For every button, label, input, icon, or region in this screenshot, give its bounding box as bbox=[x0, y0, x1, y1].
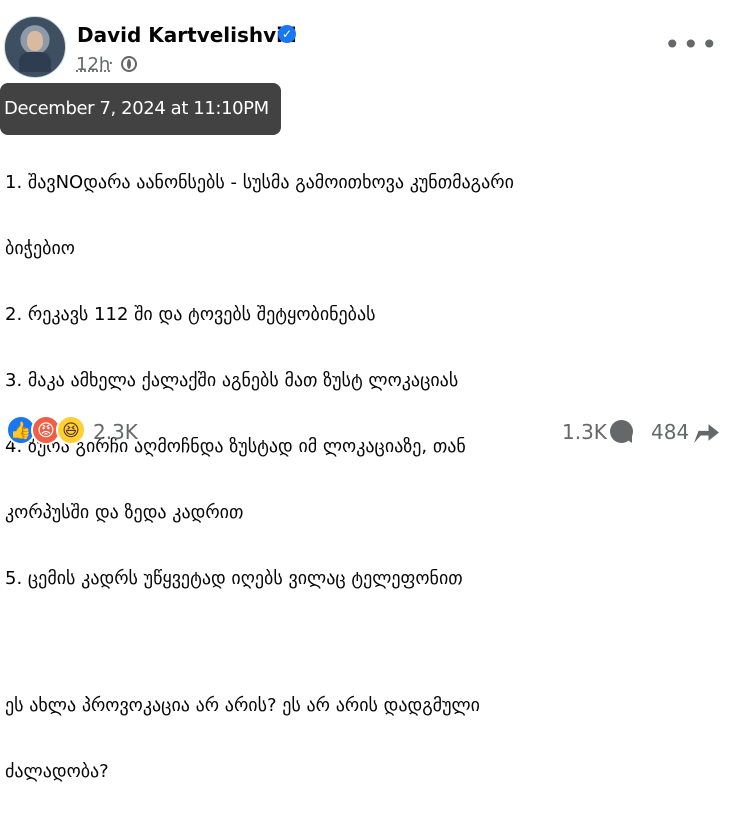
post-paragraph-gap bbox=[5, 634, 620, 651]
post-line: კორპუსში და ზედა კადრით bbox=[5, 502, 244, 523]
share-icon[interactable] bbox=[694, 424, 719, 443]
post-line: ბიჭებიო bbox=[5, 238, 75, 259]
post-line: 3. მაკა ამხელა ქალაქში აგნებს მათ ზუსტ ლ… bbox=[5, 370, 459, 391]
more-options-button[interactable]: ••• bbox=[664, 31, 718, 63]
post-text: 1. შავNOდარა აანონსებს - სუსმა გამოითხოვ… bbox=[5, 128, 620, 827]
time-separator: · bbox=[108, 53, 114, 74]
author-name[interactable]: David Kartvelishvili bbox=[77, 23, 297, 47]
avatar-face bbox=[27, 31, 43, 51]
reactions-summary[interactable]: 👍 😡 😆 bbox=[6, 415, 176, 449]
comment-icon[interactable] bbox=[610, 420, 633, 443]
post-line: ძალადობა? bbox=[5, 761, 109, 782]
post-header: David Kartvelishvili ✓ 12h · ••• bbox=[0, 0, 729, 90]
reaction-count[interactable]: 2.3K bbox=[93, 420, 138, 444]
verified-badge-icon: ✓ bbox=[278, 25, 296, 43]
tooltip-text: December 7, 2024 at 11:10PM bbox=[4, 98, 269, 119]
author-avatar[interactable] bbox=[4, 16, 66, 78]
post-time-link[interactable]: 12h bbox=[76, 55, 110, 75]
avatar-shirt bbox=[19, 52, 51, 72]
post-line: 1. შავNOდარა აანონსებს - სუსმა გამოითხოვ… bbox=[5, 172, 514, 193]
public-globe-icon bbox=[121, 56, 137, 72]
post-line: 2. რეკავს 112 ში და ტოვებს შეტყობინებას bbox=[5, 304, 376, 325]
facebook-post-card: David Kartvelishvili ✓ 12h · ••• Decembe… bbox=[0, 0, 729, 782]
shares-count[interactable]: 484 bbox=[651, 420, 689, 444]
comments-count[interactable]: 1.3K bbox=[562, 420, 607, 444]
timestamp-tooltip: December 7, 2024 at 11:10PM bbox=[0, 83, 281, 135]
haha-reaction-icon: 😆 bbox=[56, 415, 86, 445]
post-line: ეს ახლა პროვოკაცია არ არის? ეს არ არის დ… bbox=[5, 695, 480, 716]
post-line: 5. ცემის კადრს უწყვეტად იღებს ვილაც ტელე… bbox=[5, 568, 463, 589]
